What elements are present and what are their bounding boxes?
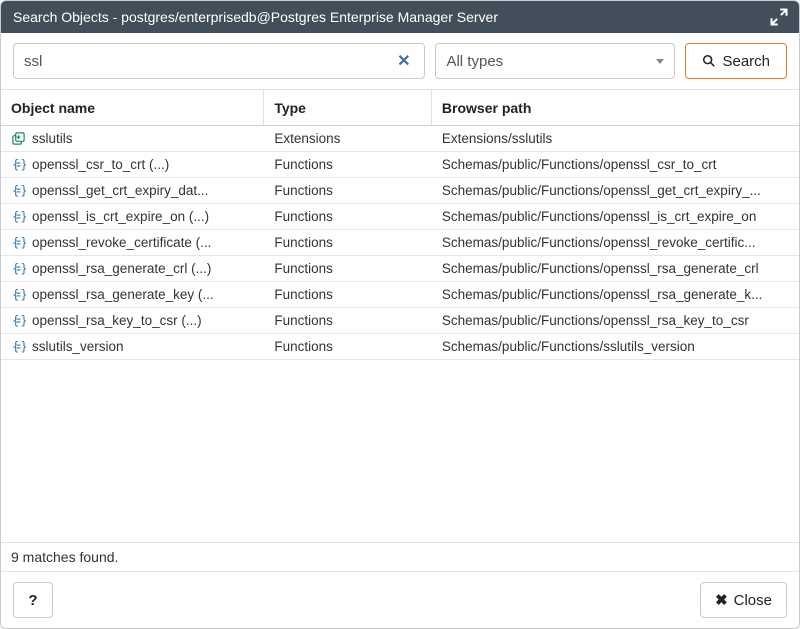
- cell-name: {} openssl_get_crt_expiry_dat...: [1, 183, 264, 198]
- function-icon: {}: [11, 235, 26, 250]
- object-name: openssl_revoke_certificate (...: [32, 235, 211, 250]
- table-row[interactable]: {} sslutils_version FunctionsSchemas/publi…: [1, 334, 799, 360]
- object-name: openssl_is_crt_expire_on (...): [32, 209, 209, 224]
- column-header-path[interactable]: Browser path: [432, 100, 799, 116]
- svg-text:{: {: [12, 235, 19, 249]
- cell-path: Schemas/public/Functions/openssl_is_crt_…: [432, 209, 799, 224]
- svg-text:}: }: [20, 339, 26, 353]
- type-filter-select[interactable]: All types: [435, 43, 675, 79]
- column-header-name[interactable]: Object name: [1, 90, 264, 125]
- cell-name: sslutils: [1, 131, 264, 146]
- close-button-label: Close: [734, 592, 772, 609]
- footer: ? ✖ Close: [1, 571, 799, 628]
- table-row[interactable]: {} openssl_revoke_certificate (... Functio…: [1, 230, 799, 256]
- svg-text:}: }: [20, 313, 26, 327]
- function-icon: {}: [11, 287, 26, 302]
- chevron-down-icon: [656, 59, 664, 64]
- expand-icon[interactable]: [769, 7, 789, 27]
- search-button[interactable]: Search: [685, 43, 787, 79]
- type-filter-label: All types: [446, 53, 503, 70]
- function-icon: {}: [11, 261, 26, 276]
- search-input-wrapper: ✕: [13, 43, 425, 79]
- cell-path: Schemas/public/Functions/sslutils_versio…: [432, 339, 799, 354]
- cell-type: Functions: [264, 183, 432, 198]
- cell-type: Functions: [264, 313, 432, 328]
- table-row[interactable]: sslutils ExtensionsExtensions/sslutils: [1, 126, 799, 152]
- cell-path: Schemas/public/Functions/openssl_get_crt…: [432, 183, 799, 198]
- function-icon: {}: [11, 157, 26, 172]
- cell-name: {} openssl_csr_to_crt (...): [1, 157, 264, 172]
- titlebar: Search Objects - postgres/enterprisedb@P…: [1, 1, 799, 33]
- function-icon: {}: [11, 209, 26, 224]
- cell-path: Schemas/public/Functions/openssl_rsa_gen…: [432, 287, 799, 302]
- search-objects-dialog: Search Objects - postgres/enterprisedb@P…: [0, 0, 800, 629]
- svg-text:}: }: [20, 183, 26, 197]
- svg-text:}: }: [20, 261, 26, 275]
- object-name: openssl_get_crt_expiry_dat...: [32, 183, 208, 198]
- function-icon: {}: [11, 339, 26, 354]
- cell-type: Functions: [264, 261, 432, 276]
- window-title: Search Objects - postgres/enterprisedb@P…: [13, 9, 769, 25]
- cell-name: {} openssl_rsa_generate_crl (...): [1, 261, 264, 276]
- svg-text:}: }: [20, 209, 26, 223]
- column-header-type[interactable]: Type: [264, 90, 432, 125]
- svg-text:{: {: [12, 287, 19, 301]
- cell-path: Schemas/public/Functions/openssl_rsa_key…: [432, 313, 799, 328]
- status-bar: 9 matches found.: [1, 542, 799, 571]
- function-icon: {}: [11, 183, 26, 198]
- svg-text:{: {: [12, 313, 19, 327]
- svg-text:{: {: [12, 209, 19, 223]
- cell-type: Functions: [264, 209, 432, 224]
- clear-search-icon[interactable]: ✕: [393, 51, 414, 71]
- cell-name: {} sslutils_version: [1, 339, 264, 354]
- cell-type: Functions: [264, 235, 432, 250]
- table-row[interactable]: {} openssl_rsa_generate_crl (...) Function…: [1, 256, 799, 282]
- results-grid: Object name Type Browser path sslutils Ex…: [1, 90, 799, 542]
- table-row[interactable]: {} openssl_get_crt_expiry_dat... Functions…: [1, 178, 799, 204]
- grid-header: Object name Type Browser path: [1, 90, 799, 126]
- table-row[interactable]: {} openssl_rsa_generate_key (... Functions…: [1, 282, 799, 308]
- search-toolbar: ✕ All types Search: [1, 33, 799, 90]
- search-button-label: Search: [722, 53, 770, 70]
- cell-path: Extensions/sslutils: [432, 131, 799, 146]
- help-button[interactable]: ?: [13, 582, 53, 618]
- extension-icon: [11, 131, 26, 146]
- svg-text:{: {: [12, 339, 19, 353]
- cell-name: {} openssl_is_crt_expire_on (...): [1, 209, 264, 224]
- table-row[interactable]: {} openssl_is_crt_expire_on (...) Function…: [1, 204, 799, 230]
- object-name: openssl_csr_to_crt (...): [32, 157, 169, 172]
- object-name: sslutils_version: [32, 339, 124, 354]
- cell-name: {} openssl_revoke_certificate (...: [1, 235, 264, 250]
- table-row[interactable]: {} openssl_csr_to_crt (...) FunctionsSchem…: [1, 152, 799, 178]
- close-button[interactable]: ✖ Close: [700, 582, 787, 618]
- svg-text:{: {: [12, 183, 19, 197]
- svg-text:}: }: [20, 157, 26, 171]
- function-icon: {}: [11, 313, 26, 328]
- svg-text:{: {: [12, 261, 19, 275]
- search-input[interactable]: [24, 53, 393, 70]
- cell-name: {} openssl_rsa_generate_key (...: [1, 287, 264, 302]
- cell-type: Functions: [264, 287, 432, 302]
- cell-path: Schemas/public/Functions/openssl_rsa_gen…: [432, 261, 799, 276]
- svg-text:{: {: [12, 157, 19, 171]
- cell-type: Functions: [264, 157, 432, 172]
- object-name: openssl_rsa_generate_crl (...): [32, 261, 211, 276]
- object-name: sslutils: [32, 131, 73, 146]
- cell-name: {} openssl_rsa_key_to_csr (...): [1, 313, 264, 328]
- cell-path: Schemas/public/Functions/openssl_revoke_…: [432, 235, 799, 250]
- object-name: openssl_rsa_key_to_csr (...): [32, 313, 202, 328]
- cell-type: Functions: [264, 339, 432, 354]
- table-row[interactable]: {} openssl_rsa_key_to_csr (...) FunctionsS…: [1, 308, 799, 334]
- cell-type: Extensions: [264, 131, 432, 146]
- grid-body: sslutils ExtensionsExtensions/sslutils {} o…: [1, 126, 799, 542]
- cell-path: Schemas/public/Functions/openssl_csr_to_…: [432, 157, 799, 172]
- search-icon: [702, 54, 716, 68]
- svg-text:}: }: [20, 287, 26, 301]
- close-icon: ✖: [715, 591, 728, 609]
- object-name: openssl_rsa_generate_key (...: [32, 287, 214, 302]
- svg-text:}: }: [20, 235, 26, 249]
